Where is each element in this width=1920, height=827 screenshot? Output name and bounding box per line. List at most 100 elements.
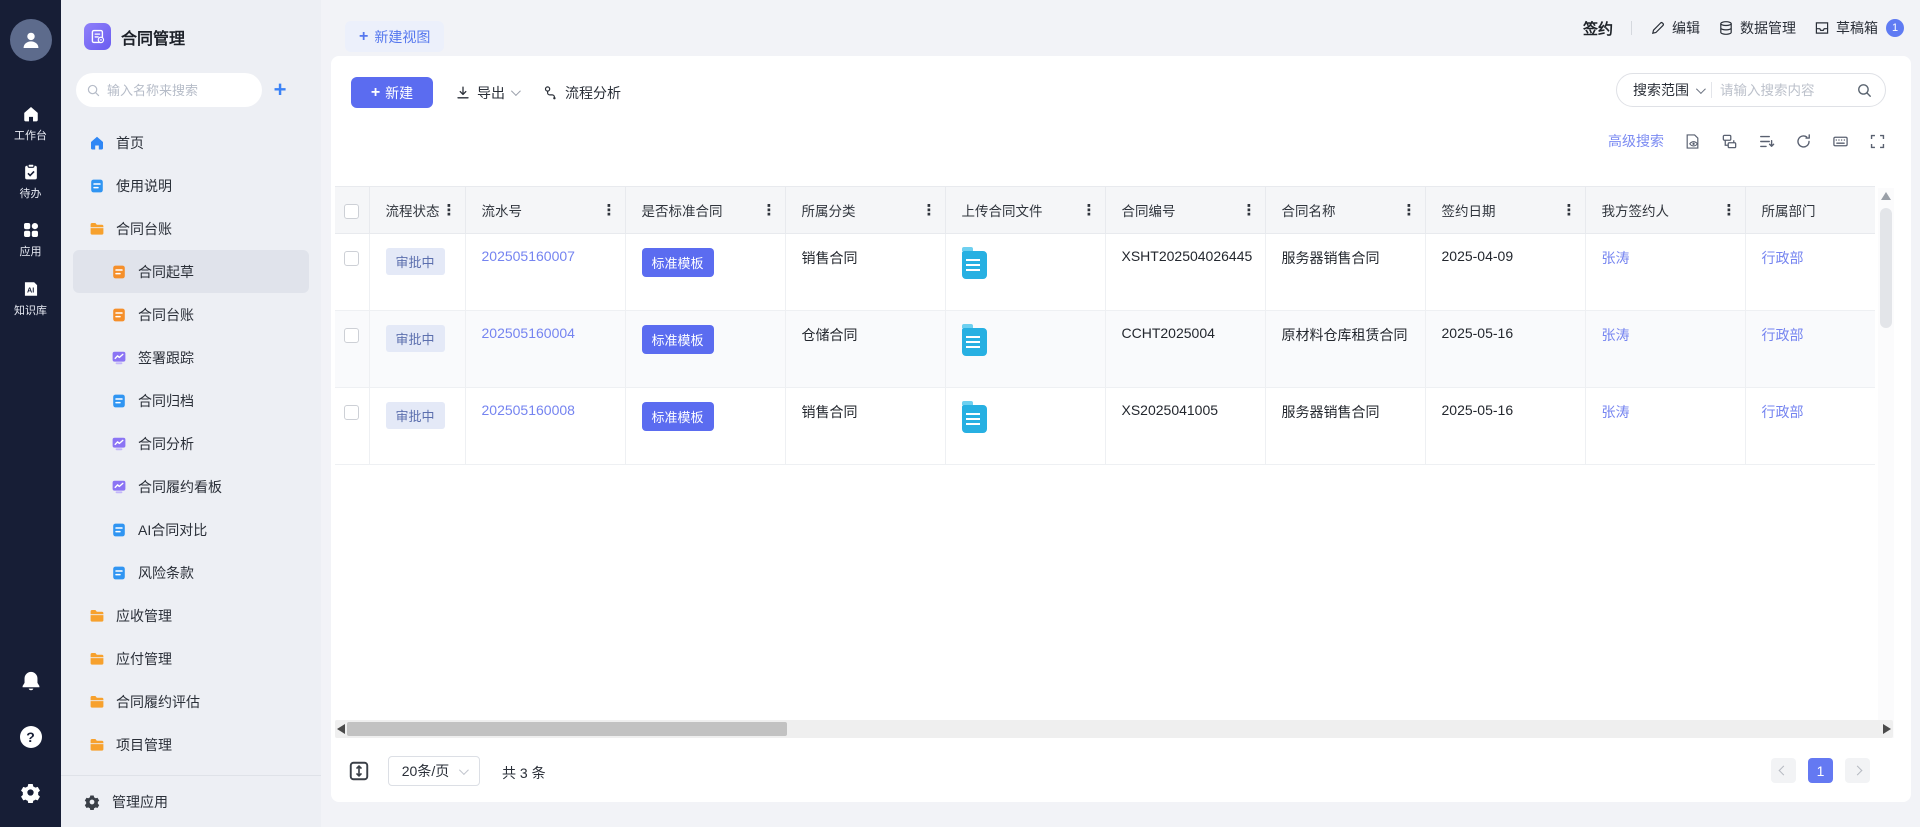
doc-preview-icon[interactable] xyxy=(1684,133,1701,150)
sidebar-add-button[interactable]: + xyxy=(265,73,295,107)
manage-apps-button[interactable]: 管理应用 xyxy=(61,775,321,827)
contract-file-icon[interactable] xyxy=(962,328,987,356)
rail-notifications[interactable] xyxy=(0,670,61,692)
vertical-scroll-thumb[interactable] xyxy=(1880,208,1892,328)
column-menu-icon[interactable]: ⋮ xyxy=(1402,203,1417,218)
manage-apps-label: 管理应用 xyxy=(112,792,168,812)
page-buttons: 1 xyxy=(1771,758,1870,783)
row-checkbox[interactable] xyxy=(344,405,359,420)
column-menu-icon[interactable]: ⋮ xyxy=(1242,203,1257,218)
serial-link[interactable]: 202505160007 xyxy=(482,248,575,264)
serial-link[interactable]: 202505160004 xyxy=(482,325,575,341)
download-icon xyxy=(455,85,471,101)
page-1-button[interactable]: 1 xyxy=(1808,758,1833,783)
sidebar-item-contract-analysis[interactable]: 合同分析 xyxy=(73,422,309,465)
drafts-button[interactable]: 草稿箱 1 xyxy=(1814,18,1904,38)
sidebar-item-contract-archive[interactable]: 合同归档 xyxy=(73,379,309,422)
sidebar-item-usage-guide[interactable]: 使用说明 xyxy=(73,164,309,207)
sidebar-group-performance-eval[interactable]: 合同履约评估 xyxy=(73,680,309,723)
signer-link[interactable]: 张涛 xyxy=(1602,404,1630,420)
contract-file-icon[interactable] xyxy=(962,251,987,279)
column-menu-icon[interactable]: ⋮ xyxy=(1562,203,1577,218)
chevron-down-icon xyxy=(459,765,469,775)
horizontal-scroll-thumb[interactable] xyxy=(347,722,787,736)
department-link[interactable]: 行政部 xyxy=(1762,404,1804,420)
rail-item-todo[interactable]: 待办 xyxy=(0,163,61,201)
column-header: 是否标准合同 xyxy=(642,200,723,220)
column-menu-icon[interactable]: ⋮ xyxy=(1722,203,1737,218)
sidebar-item-contract-draft[interactable]: 合同起草 xyxy=(73,250,309,293)
vertical-scrollbar[interactable] xyxy=(1878,188,1894,738)
rail-item-apps[interactable]: 应用 xyxy=(0,221,61,259)
sidebar-group-contract-ledger[interactable]: 合同台账 xyxy=(73,207,309,250)
sidebar-item-label: AI合同对比 xyxy=(138,520,207,540)
column-menu-icon[interactable]: ⋮ xyxy=(1082,203,1097,218)
sign-button[interactable]: 签约 xyxy=(1583,18,1613,39)
sidebar-search[interactable] xyxy=(76,73,262,107)
search-scope-dropdown[interactable]: 搜索范围 xyxy=(1633,80,1703,100)
magnifier-icon[interactable] xyxy=(1856,82,1873,99)
sidebar-group-project-management[interactable]: 项目管理 xyxy=(73,723,309,766)
drafts-badge: 1 xyxy=(1886,19,1904,37)
row-group-icon[interactable] xyxy=(1721,133,1738,150)
keyboard-icon[interactable] xyxy=(1832,133,1849,150)
status-badge: 审批中 xyxy=(386,325,445,352)
next-page-button[interactable] xyxy=(1845,758,1870,783)
select-all-checkbox[interactable] xyxy=(344,204,359,219)
apps-grid-icon xyxy=(22,221,40,239)
contract-file-icon[interactable] xyxy=(962,405,987,433)
sidebar-item-label: 首页 xyxy=(116,133,144,153)
column-menu-icon[interactable]: ⋮ xyxy=(762,203,777,218)
sidebar-item-performance-board[interactable]: 合同履约看板 xyxy=(73,465,309,508)
help-icon: ? xyxy=(20,726,42,748)
rail-item-knowledge[interactable]: AI 知识库 xyxy=(0,280,61,318)
row-checkbox[interactable] xyxy=(344,328,359,343)
column-menu-icon[interactable]: ⋮ xyxy=(442,203,457,218)
sidebar-item-ai-contract-compare[interactable]: AI合同对比 xyxy=(73,508,309,551)
scroll-up-arrow-icon[interactable] xyxy=(1881,192,1891,200)
horizontal-scrollbar[interactable] xyxy=(335,720,1893,738)
list-sort-icon[interactable] xyxy=(1758,133,1775,150)
table-search-input[interactable] xyxy=(1720,83,1848,98)
row-checkbox[interactable] xyxy=(344,251,359,266)
sidebar-item-contract-ledger[interactable]: 合同台账 xyxy=(73,293,309,336)
avatar[interactable] xyxy=(10,19,52,61)
sidebar-item-risk-clauses[interactable]: 风险条款 xyxy=(73,551,309,594)
data-management-button[interactable]: 数据管理 xyxy=(1718,18,1796,38)
signer-link[interactable]: 张涛 xyxy=(1602,250,1630,266)
flow-analysis-button[interactable]: 流程分析 xyxy=(543,77,621,108)
column-menu-icon[interactable]: ⋮ xyxy=(922,203,937,218)
export-button[interactable]: 导出 xyxy=(455,77,518,108)
rail-help[interactable]: ? xyxy=(0,726,61,748)
sidebar-item-label: 合同台账 xyxy=(138,305,194,325)
sidebar-item-home[interactable]: 首页 xyxy=(73,121,309,164)
row-height-icon[interactable] xyxy=(348,760,370,782)
sidebar-group-payables[interactable]: 应付管理 xyxy=(73,637,309,680)
rail-item-workbench[interactable]: 工作台 xyxy=(0,105,61,143)
sidebar-group-receivables[interactable]: 应收管理 xyxy=(73,594,309,637)
department-link[interactable]: 行政部 xyxy=(1762,250,1804,266)
sign-date-cell: 2025-05-16 xyxy=(1442,325,1514,341)
edit-button[interactable]: 编辑 xyxy=(1650,18,1700,38)
create-button[interactable]: + 新建 xyxy=(351,77,433,108)
sidebar-item-label: 合同履约看板 xyxy=(138,477,222,497)
svg-text:AI: AI xyxy=(26,285,33,294)
sidebar-search-input[interactable] xyxy=(107,83,237,98)
department-link[interactable]: 行政部 xyxy=(1762,327,1804,343)
signer-link[interactable]: 张涛 xyxy=(1602,327,1630,343)
scroll-left-arrow-icon[interactable] xyxy=(337,724,345,734)
scroll-right-arrow-icon[interactable] xyxy=(1883,724,1891,734)
rail-settings[interactable] xyxy=(0,782,61,803)
magnifier-icon xyxy=(86,83,101,98)
prev-page-button[interactable] xyxy=(1771,758,1796,783)
fullscreen-icon[interactable] xyxy=(1869,133,1886,150)
serial-link[interactable]: 202505160008 xyxy=(482,402,575,418)
sign-date-cell: 2025-05-16 xyxy=(1442,402,1514,418)
refresh-icon[interactable] xyxy=(1795,133,1812,150)
table-row: 审批中 202505160008 标准模板 销售合同 XS2025041005 … xyxy=(335,388,1875,465)
new-view-tab[interactable]: + 新建视图 xyxy=(345,21,444,52)
column-menu-icon[interactable]: ⋮ xyxy=(602,203,617,218)
page-size-select[interactable]: 20条/页 xyxy=(388,756,480,786)
sidebar-item-signing-tracking[interactable]: 签署跟踪 xyxy=(73,336,309,379)
advanced-search-link[interactable]: 高级搜索 xyxy=(1608,131,1664,151)
